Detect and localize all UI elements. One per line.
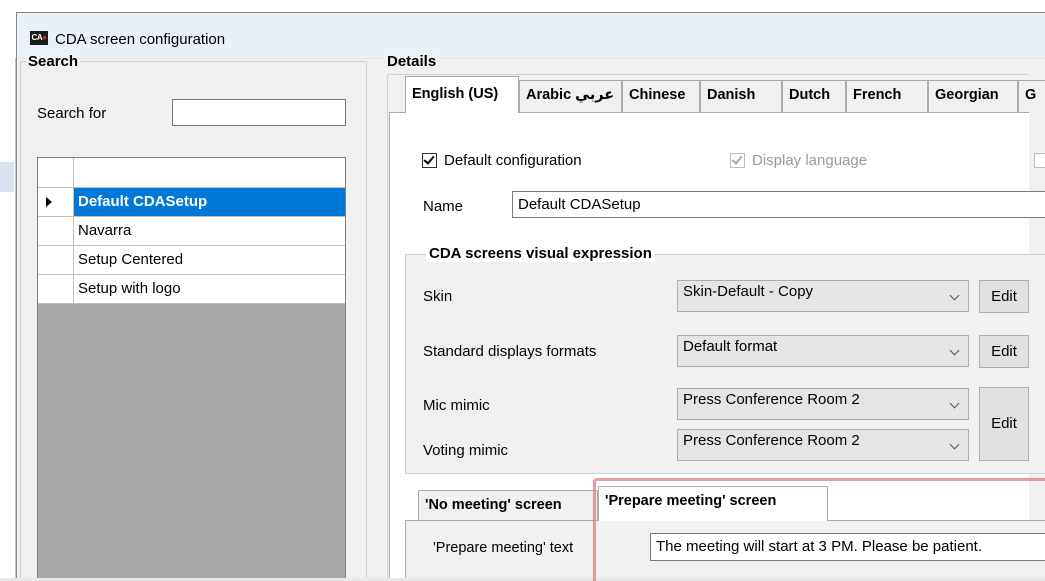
details-group-title: Details [385, 53, 439, 70]
mimic-edit-button[interactable]: Edit [979, 387, 1029, 461]
language-tabs: English (US) Arabic عربي Chinese Danish … [389, 76, 1045, 113]
formats-select[interactable]: Default format [677, 335, 969, 367]
voting-mimic-select[interactable]: Press Conference Room 2 [677, 429, 969, 461]
formats-select-value: Default format [683, 338, 778, 355]
skin-label: Skin [423, 288, 453, 305]
row-header[interactable] [38, 217, 74, 246]
extra-checkbox[interactable] [1034, 153, 1045, 168]
setup-name-cell[interactable]: Setup Centered [74, 246, 345, 275]
row-header[interactable] [38, 188, 74, 217]
voting-mimic-label: Voting mimic [423, 442, 509, 459]
prepare-meeting-text-label: 'Prepare meeting' text [433, 540, 574, 556]
search-group-title: Search [26, 53, 81, 70]
title-bar[interactable]: CA● CDA screen configuration [17, 13, 1045, 59]
tab-french[interactable]: French [846, 80, 928, 112]
search-for-label: Search for [37, 105, 107, 122]
mic-mimic-select-value: Press Conference Room 2 [683, 391, 860, 408]
name-input[interactable]: Default CDASetup [512, 191, 1045, 218]
setup-name-cell[interactable]: Default CDASetup [74, 188, 345, 217]
mic-mimic-label: Mic mimic [423, 397, 490, 414]
visual-expression-title: CDA screens visual expression [426, 245, 655, 262]
row-header[interactable] [38, 246, 74, 275]
skin-select[interactable]: Skin-Default - Copy [677, 280, 969, 312]
formats-label: Standard displays formats [423, 343, 597, 360]
grid-corner-cell[interactable] [38, 158, 74, 188]
grid-column-header[interactable] [74, 158, 345, 188]
chevron-down-icon [949, 290, 960, 301]
display-language-checkbox[interactable] [730, 153, 745, 168]
tab-danish[interactable]: Danish [700, 80, 782, 112]
mic-mimic-select[interactable]: Press Conference Room 2 [677, 388, 969, 420]
setup-name-cell[interactable]: Navarra [74, 217, 345, 246]
check-icon [731, 153, 743, 165]
default-configuration-label: Default configuration [444, 152, 582, 169]
name-label: Name [423, 198, 464, 215]
window-title: CDA screen configuration [55, 31, 226, 48]
check-icon [423, 153, 435, 165]
table-row[interactable]: Default CDASetup [38, 188, 345, 217]
display-language-label: Display language [752, 152, 868, 169]
prepare-meeting-text-input[interactable]: The meeting will start at 3 PM. Please b… [650, 533, 1045, 561]
tab-english-us[interactable]: English (US) [405, 76, 519, 113]
tab-no-meeting-screen[interactable]: 'No meeting' screen [418, 490, 598, 520]
cda-config-window: CA● CDA screen configuration Search Sear… [0, 0, 1045, 581]
table-row[interactable]: Navarra [38, 217, 345, 246]
tab-dutch[interactable]: Dutch [782, 80, 846, 112]
search-input[interactable] [172, 99, 346, 126]
current-row-arrow-icon [46, 197, 52, 207]
tab-more[interactable]: G [1018, 80, 1045, 112]
table-row[interactable]: Setup with logo [38, 275, 345, 304]
cda-app-icon: CA● [30, 31, 48, 45]
setup-grid[interactable]: Default CDASetup Navarra Setup Centered … [37, 157, 346, 581]
setup-name-cell[interactable]: Setup with logo [74, 275, 345, 304]
formats-edit-button[interactable]: Edit [979, 335, 1029, 368]
grid-header-row [38, 158, 345, 188]
chevron-down-icon [949, 439, 960, 450]
voting-mimic-select-value: Press Conference Room 2 [683, 432, 860, 449]
chevron-down-icon [949, 345, 960, 356]
table-row[interactable]: Setup Centered [38, 246, 345, 275]
chevron-down-icon [949, 398, 960, 409]
tab-georgian[interactable]: Georgian [928, 80, 1018, 112]
default-configuration-checkbox[interactable] [422, 153, 437, 168]
row-header[interactable] [38, 275, 74, 304]
skin-select-value: Skin-Default - Copy [683, 283, 814, 300]
background-strip [0, 0, 16, 581]
tab-arabic[interactable]: Arabic عربي [519, 80, 622, 112]
tab-prepare-meeting-screen[interactable]: 'Prepare meeting' screen [598, 486, 828, 521]
tab-chinese[interactable]: Chinese [622, 80, 700, 112]
skin-edit-button[interactable]: Edit [979, 280, 1029, 313]
background-highlight [0, 162, 14, 192]
